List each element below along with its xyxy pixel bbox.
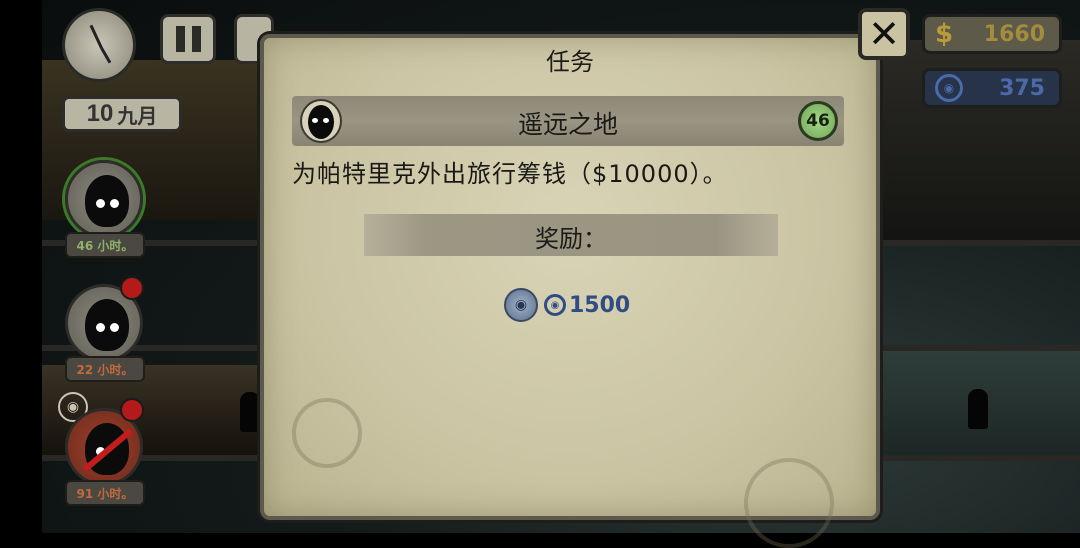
token-icon: ◉	[935, 74, 963, 102]
decorative-emblem	[292, 398, 362, 468]
background-room	[880, 345, 1080, 459]
close-button[interactable]: ✕	[858, 8, 910, 60]
date-month: 九月	[117, 103, 158, 128]
token-icon: ◉	[544, 294, 566, 316]
reward-value: 1500	[569, 292, 631, 318]
tokens-counter: ◉ 375	[922, 68, 1062, 108]
resident-silhouette	[240, 392, 260, 432]
quest-header: 遥远之地 46	[292, 96, 844, 146]
token-badge-icon: ◉	[504, 288, 538, 322]
reward-header: 奖励：	[364, 214, 778, 256]
date-display: 10 九月	[62, 96, 182, 132]
notification-dot	[120, 276, 144, 300]
reward-amount: ◉ 1500	[544, 293, 630, 318]
resident-silhouette	[968, 389, 988, 429]
money-value: 1660	[983, 21, 1045, 47]
money-counter: $ 1660	[922, 14, 1062, 54]
reward-row: ◉ ◉ 1500	[504, 288, 630, 322]
decorative-emblem	[744, 458, 834, 548]
task-dialog: 任务 遥远之地 46 为帕特里克外出旅行筹钱（$10000）。 奖励： ◉ ◉ …	[260, 34, 880, 548]
notification-dot	[120, 398, 144, 422]
quest-hours-badge: 46	[798, 101, 838, 141]
dollar-icon: $	[935, 19, 954, 49]
dialog-title: 任务	[546, 48, 594, 76]
quest-description: 为帕特里克外出旅行筹钱（$10000）。	[292, 160, 728, 188]
quest-name: 遥远之地	[517, 110, 618, 139]
tenant-card[interactable]: 91 小时。	[65, 408, 145, 506]
tenant-hours: 91 小时。	[65, 480, 145, 506]
tenant-hours: 22 小时。	[65, 356, 145, 382]
reward-label: 奖励：	[535, 225, 607, 253]
tenant-card[interactable]: 46 小时。	[65, 160, 145, 258]
clock-icon	[62, 8, 136, 82]
tenant-hours: 46 小时。	[65, 232, 145, 258]
date-day: 10	[86, 100, 114, 127]
pause-button[interactable]	[160, 14, 216, 64]
avatar[interactable]	[65, 160, 143, 238]
tokens-value: 375	[999, 75, 1045, 101]
